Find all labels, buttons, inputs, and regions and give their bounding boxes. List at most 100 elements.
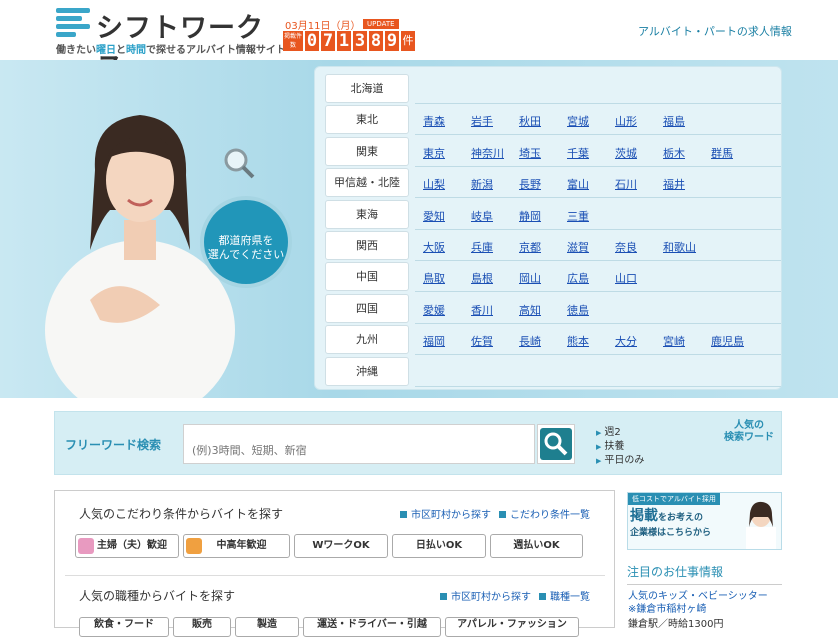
header-link-parttime[interactable]: アルバイト・パートの求人情報 (638, 23, 792, 39)
tag-weekly-pay-ok[interactable]: 週払いOK (490, 534, 583, 558)
job-transport[interactable]: 運送・ドライバー・引越 (303, 617, 441, 637)
region-button[interactable]: 関西 (325, 231, 409, 260)
prefecture-link[interactable]: 岡山 (519, 270, 541, 286)
tag-double-work-ok[interactable]: WワークOK (294, 534, 388, 558)
region-button[interactable]: 東北 (325, 105, 409, 135)
prefecture-link[interactable]: 山形 (615, 113, 637, 129)
prefecture-link[interactable]: 長野 (519, 176, 541, 192)
prefecture-link[interactable]: 神奈川 (471, 145, 504, 161)
region-prefecture-list: 福岡 佐賀 長崎 熊本 大分 宮崎 鹿児島 (415, 324, 781, 356)
region-prefecture-list: 山梨 新潟 長野 富山 石川 福井 (415, 167, 781, 199)
prefecture-link[interactable]: 鹿児島 (711, 333, 744, 349)
region-button[interactable]: 中国 (325, 262, 409, 292)
site-header: シフトワークス 働きたい曜日と時間で探せるアルバイト情報サイト 03月11日（月… (0, 0, 838, 83)
prefecture-link[interactable]: 茨城 (615, 145, 637, 161)
magnifier-icon (224, 148, 255, 179)
prefecture-link[interactable]: 京都 (519, 239, 541, 255)
job-retail[interactable]: 販売 (173, 617, 231, 637)
prefecture-link[interactable]: 宮崎 (663, 333, 685, 349)
prefecture-link[interactable]: 佐賀 (471, 333, 493, 349)
jobs-links: 市区町村から探す 職種一覧 (432, 588, 590, 603)
prefecture-link[interactable]: 三重 (567, 208, 589, 224)
prefecture-link[interactable]: 滋賀 (567, 239, 589, 255)
prefecture-link[interactable]: 宮城 (567, 113, 589, 129)
employer-ad-banner[interactable]: 低コストでアルバイト採用 掲載をお考えの 企業様はこちらから (627, 492, 782, 550)
prefecture-link[interactable]: 大阪 (423, 239, 445, 255)
region-prefecture-list: 大阪 兵庫 京都 滋賀 奈良 和歌山 (415, 230, 781, 261)
featured-job-link[interactable]: 人気のキッズ・ベビーシッター ※鎌倉市稲村ヶ崎 (628, 590, 778, 616)
section-divider (65, 575, 605, 576)
prefecture-link[interactable]: 和歌山 (663, 239, 696, 255)
region-button[interactable]: 東海 (325, 199, 409, 229)
featured-jobs-heading: 注目のお仕事情報 (627, 563, 782, 585)
popular-word-link[interactable]: ▶ 扶養 (596, 440, 644, 454)
region-row: 北海道 (315, 73, 781, 104)
counter-digit: 7 (321, 31, 335, 51)
region-button[interactable]: 甲信越・北陸 (325, 168, 409, 198)
region-prefecture-list: 東京 神奈川 埼玉 千葉 茨城 栃木 群馬 (415, 135, 781, 167)
site-logo[interactable]: シフトワークス 働きたい曜日と時間で探せるアルバイト情報サイト (56, 6, 286, 83)
tag-middle-aged-welcome[interactable]: 中高年歓迎 (183, 534, 290, 558)
popular-word-link[interactable]: ▶ 週2 (596, 426, 644, 440)
search-icon (544, 432, 568, 456)
region-row: 山梨 新潟 長野 富山 石川 福井 甲信越・北陸 (315, 167, 781, 199)
region-row: 大阪 兵庫 京都 滋賀 奈良 和歌山 関西 (315, 230, 781, 261)
job-manufacturing[interactable]: 製造 (235, 617, 299, 637)
prefecture-link[interactable]: 広島 (567, 270, 589, 286)
counter-digit: 8 (369, 31, 383, 51)
prefecture-link[interactable]: 山口 (615, 270, 637, 286)
logo-tagline: 働きたい曜日と時間で探せるアルバイト情報サイト (56, 45, 286, 56)
prefecture-link[interactable]: 兵庫 (471, 239, 493, 255)
prefecture-link[interactable]: 島根 (471, 270, 493, 286)
prefecture-link[interactable]: 秋田 (519, 113, 541, 129)
tag-daily-pay-ok[interactable]: 日払いOK (392, 534, 486, 558)
region-button[interactable]: 北海道 (325, 74, 409, 103)
region-prefecture-list: 愛知 岐阜 静岡 三重 (415, 198, 781, 230)
prefecture-link[interactable]: 青森 (423, 113, 445, 129)
prefecture-link[interactable]: 愛知 (423, 208, 445, 224)
prefecture-link[interactable]: 愛媛 (423, 302, 445, 318)
prefecture-link[interactable]: 長崎 (519, 333, 541, 349)
prefecture-link[interactable]: 奈良 (615, 239, 637, 255)
prefecture-link[interactable]: 香川 (471, 302, 493, 318)
link-job-type-list[interactable]: 職種一覧 (550, 592, 590, 603)
prefecture-link[interactable]: 高知 (519, 302, 541, 318)
prefecture-link[interactable]: 福岡 (423, 333, 445, 349)
jobs-heading: 人気の職種からバイトを探す (79, 589, 236, 603)
link-city-search[interactable]: 市区町村から探す (411, 510, 491, 521)
search-input[interactable] (183, 424, 535, 464)
prefecture-link[interactable]: 埼玉 (519, 145, 541, 161)
popular-word-link[interactable]: ▶ 平日のみ (596, 454, 644, 468)
ad-person-image (746, 501, 776, 549)
counter-digit: 1 (337, 31, 351, 51)
prefecture-link[interactable]: 熊本 (567, 333, 589, 349)
prefecture-link[interactable]: 福島 (663, 113, 685, 129)
prefecture-link[interactable]: 岩手 (471, 113, 493, 129)
prefecture-link[interactable]: 栃木 (663, 145, 685, 161)
job-apparel[interactable]: アパレル・ファッション (445, 617, 579, 637)
prefecture-link[interactable]: 富山 (567, 176, 589, 192)
prefecture-link[interactable]: 静岡 (519, 208, 541, 224)
prefecture-link[interactable]: 山梨 (423, 176, 445, 192)
region-button[interactable]: 関東 (325, 136, 409, 166)
prefecture-link[interactable]: 岐阜 (471, 208, 493, 224)
prefecture-link[interactable]: 福井 (663, 176, 685, 192)
link-city-search[interactable]: 市区町村から探す (451, 592, 531, 603)
tag-housewife-welcome[interactable]: 主婦（夫）歓迎 (75, 534, 179, 558)
prefecture-link[interactable]: 鳥取 (423, 270, 445, 286)
prefecture-link[interactable]: 徳島 (567, 302, 589, 318)
link-conditions-list[interactable]: こだわり条件一覧 (510, 510, 590, 521)
conditions-heading: 人気のこだわり条件からバイトを探す (79, 507, 284, 521)
search-button[interactable] (537, 424, 575, 464)
prefecture-link[interactable]: 千葉 (567, 145, 589, 161)
prefecture-link[interactable]: 新潟 (471, 176, 493, 192)
region-button[interactable]: 九州 (325, 325, 409, 355)
prefecture-link[interactable]: 大分 (615, 333, 637, 349)
region-button[interactable]: 四国 (325, 293, 409, 323)
prefecture-link[interactable]: 東京 (423, 145, 445, 161)
prefecture-link[interactable]: 群馬 (711, 145, 733, 161)
middle-aged-icon (186, 538, 202, 554)
region-button[interactable]: 沖縄 (325, 356, 409, 386)
job-food[interactable]: 飲食・フード (79, 617, 169, 637)
prefecture-link[interactable]: 石川 (615, 176, 637, 192)
